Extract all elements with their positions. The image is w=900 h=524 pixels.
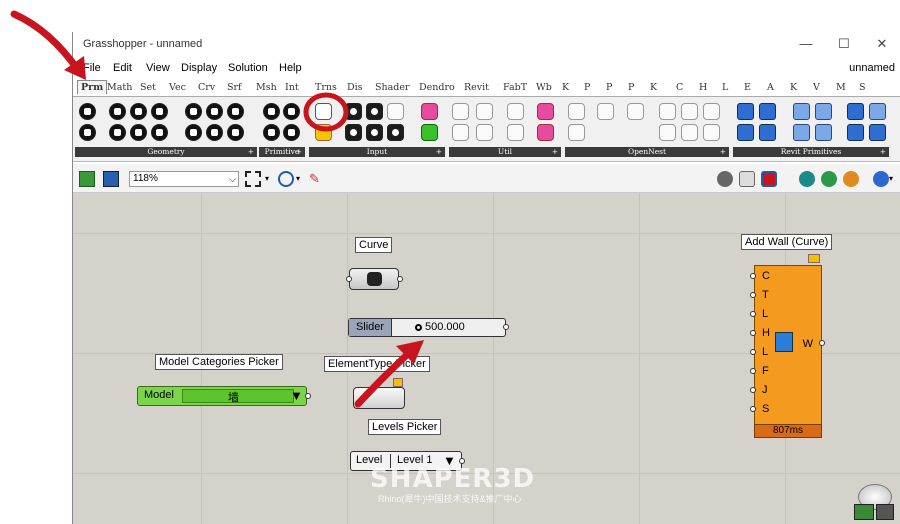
annotation-arrow-file [10, 10, 82, 74]
annotation-arrow-slider [354, 348, 414, 408]
annotation-overlay [10, 10, 424, 408]
annotation-circle-slider-icon [303, 92, 349, 132]
